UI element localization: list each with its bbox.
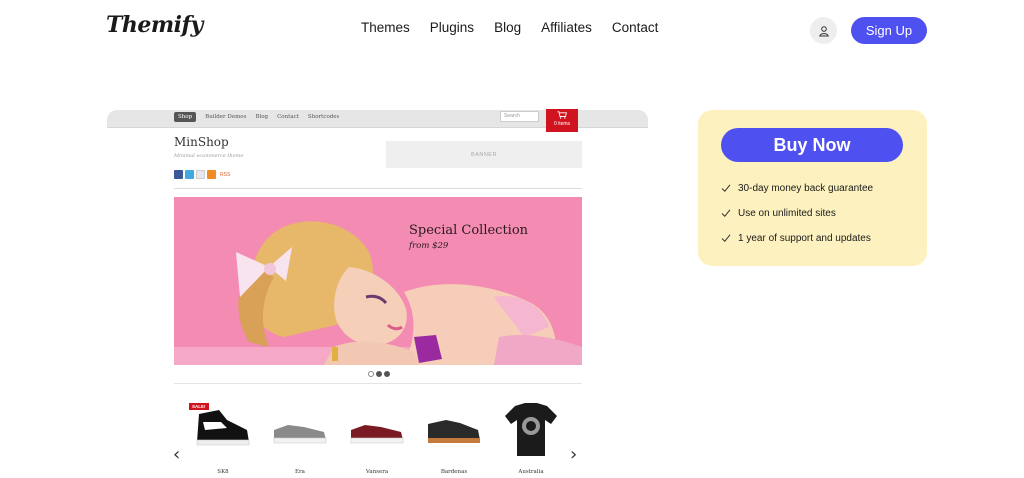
carousel-next-arrow[interactable]: › [570,444,577,465]
preview-menu-builder-demos[interactable]: Builder Demos [205,114,246,120]
preview-social-links: RSS [174,170,230,179]
nav-blog[interactable]: Blog [494,20,521,35]
sign-up-button[interactable]: Sign Up [851,17,927,44]
product-image [196,410,250,446]
nav-affiliates[interactable]: Affiliates [541,20,592,35]
product-item[interactable]: Australia [499,400,563,475]
product-name[interactable]: SK8 [191,469,255,475]
divider [174,383,582,384]
feature-item: 30-day money back guarantee [720,182,873,194]
cart-count: 0 items [553,121,571,127]
slider-dot[interactable] [384,371,390,377]
theme-preview: Shop Builder Demos Blog Contact Shortcod… [107,108,648,478]
buy-now-button[interactable]: Buy Now [721,128,903,162]
account-button[interactable] [810,17,837,44]
product-item[interactable]: Era [268,400,332,475]
product-image [350,425,404,444]
feature-text: 30-day money back guarantee [738,182,874,194]
product-carousel: ‹ › SALE! SK8 Era Vansera Bardenas Austr… [107,400,648,478]
cart-icon [557,111,567,119]
slide-subtitle: from $29 [408,241,449,251]
twitter-icon[interactable] [185,170,194,179]
product-name[interactable]: Vansera [345,469,409,475]
product-image [428,420,480,443]
preview-menu-shop[interactable]: Shop [174,112,197,122]
nav-plugins[interactable]: Plugins [430,20,474,35]
product-name[interactable]: Australia [499,469,563,475]
preview-site-title[interactable]: MinShop [174,135,229,149]
preview-tagline: Minimal ecommerce theme [174,153,244,159]
product-name[interactable]: Bardenas [422,469,486,475]
purchase-panel: Buy Now 30-day money back guarantee Use … [698,110,927,266]
preview-search-input[interactable]: Search [500,111,539,122]
divider [174,188,582,189]
hero-slider[interactable]: Special Collection from $29 [174,197,582,365]
user-icon [818,25,829,36]
preview-cart-button[interactable]: 0 items [546,109,578,132]
slide-title: Special Collection [409,223,529,238]
preview-menu-contact[interactable]: Contact [277,114,299,120]
checkmark-icon [721,209,731,217]
product-item[interactable]: Vansera [345,400,409,475]
checkmark-icon [721,184,731,192]
feature-text: Use on unlimited sites [738,207,836,219]
facebook-icon[interactable] [174,170,183,179]
nav-contact[interactable]: Contact [612,20,659,35]
preview-menu-shortcodes[interactable]: Shortcodes [308,114,339,120]
product-image [505,403,557,456]
slider-pagination [368,371,390,377]
slider-dot-active[interactable] [376,371,382,377]
product-item[interactable]: SK8 [191,400,255,475]
themify-logo[interactable]: Themify [106,12,203,38]
product-name[interactable]: Era [268,469,332,475]
feature-item: Use on unlimited sites [720,207,836,219]
hero-image: Special Collection from $29 [174,197,582,365]
carousel-prev-arrow[interactable]: ‹ [173,444,180,465]
flickr-icon[interactable] [196,170,205,179]
nav-themes[interactable]: Themes [361,20,410,35]
preview-menu: Shop Builder Demos Blog Contact Shortcod… [174,112,348,122]
main-nav: Themes Plugins Blog Affiliates Contact [361,20,678,35]
feature-item: 1 year of support and updates [720,232,871,244]
feature-text: 1 year of support and updates [738,232,871,244]
rss-label[interactable]: RSS [220,172,230,178]
product-item[interactable]: Bardenas [422,400,486,475]
checkmark-icon [721,234,731,242]
slider-dot[interactable] [368,371,374,377]
rss-icon[interactable] [207,170,216,179]
product-image [273,425,327,444]
preview-banner: BANNER [386,141,582,168]
preview-menu-blog[interactable]: Blog [255,114,268,120]
